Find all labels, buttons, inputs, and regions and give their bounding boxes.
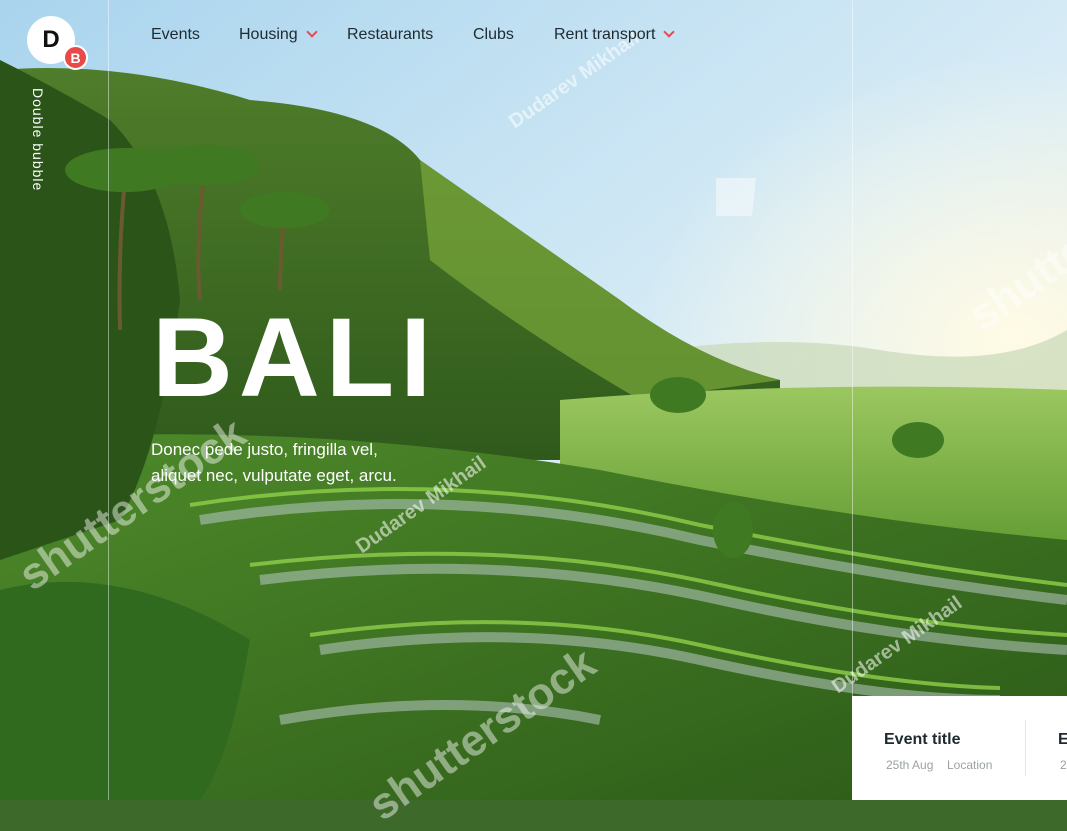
- event-location: Location: [947, 758, 993, 772]
- event-title[interactable]: Event title: [884, 731, 960, 749]
- hero-subtitle-line-1: Donec pede justo, fringilla vel,: [151, 440, 378, 459]
- nav-item-clubs[interactable]: Clubs: [473, 26, 514, 44]
- hero-subtitle-line-2: aliquet nec, vulputate eget, arcu.: [151, 466, 397, 485]
- logo-badge: B: [63, 45, 88, 70]
- nav-item-restaurants[interactable]: Restaurants: [347, 26, 433, 44]
- nav-label: Housing: [239, 26, 298, 43]
- nav-label: Rent transport: [554, 26, 656, 43]
- hero-title: BALI: [152, 295, 438, 420]
- events-strip: Event title 25th Aug Location E 2: [852, 696, 1067, 800]
- watermark-logo-icon: [716, 178, 756, 216]
- nav-item-rent-transport[interactable]: Rent transport: [554, 26, 676, 44]
- event-divider: [1025, 720, 1026, 776]
- event-date: 25th Aug: [886, 758, 934, 772]
- nav-item-housing[interactable]: Housing: [239, 26, 318, 44]
- hero-subtitle: Donec pede justo, fringilla vel, aliquet…: [151, 437, 441, 489]
- nav-label: Clubs: [473, 26, 514, 43]
- chevron-down-icon: [663, 26, 676, 38]
- chevron-down-icon: [306, 26, 318, 38]
- event-date: 2: [1060, 758, 1067, 772]
- nav-label: Events: [151, 26, 200, 43]
- nav-label: Restaurants: [347, 26, 434, 43]
- event-title[interactable]: E: [1058, 731, 1067, 749]
- logo-letter: D: [42, 26, 60, 53]
- guide-line-left: [108, 0, 109, 800]
- brand-name-vertical: Double bubble: [30, 88, 46, 192]
- nav-item-events[interactable]: Events: [151, 26, 200, 44]
